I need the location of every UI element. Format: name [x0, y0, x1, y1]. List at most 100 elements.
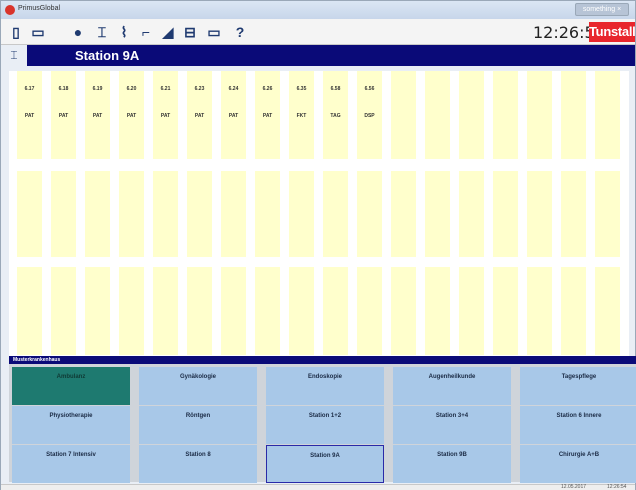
printer-icon[interactable]: ⊟: [179, 22, 201, 42]
room-cell[interactable]: [187, 171, 212, 257]
hospital-bar: Musterkrankenhaus: [9, 356, 636, 364]
room-cell[interactable]: 6.26 PAT: [255, 71, 280, 159]
room-cell[interactable]: [255, 171, 280, 257]
room-number: 6.19: [92, 86, 103, 92]
room-cell[interactable]: [425, 71, 450, 159]
ward-button[interactable]: Station 1+2: [266, 406, 384, 444]
help-button[interactable]: ?: [229, 22, 251, 42]
room-cell[interactable]: 6.35 FKT: [289, 71, 314, 159]
room-number: 6.58: [330, 86, 341, 92]
ward-button[interactable]: Station 3+4: [393, 406, 511, 444]
door-icon[interactable]: ▯: [5, 22, 27, 42]
ward-button[interactable]: Station 7 Intensiv: [12, 445, 130, 483]
room-cell[interactable]: [391, 171, 416, 257]
room-cell[interactable]: 6.23 PAT: [187, 71, 212, 159]
room-cell[interactable]: [561, 171, 586, 257]
room-cell[interactable]: [595, 171, 620, 257]
room-type: PAT: [228, 113, 239, 119]
room-cell[interactable]: [493, 171, 518, 257]
room-cell[interactable]: 6.58 TAG: [323, 71, 348, 159]
room-number: 6.18: [58, 86, 69, 92]
ward-button[interactable]: Tagespflege: [520, 367, 636, 405]
room-type: DSP: [364, 113, 375, 119]
ward-button[interactable]: Station 9A: [266, 445, 384, 483]
room-cell[interactable]: [51, 267, 76, 355]
window-icon[interactable]: ▭: [27, 22, 49, 42]
room-cell[interactable]: [289, 267, 314, 355]
room-cell[interactable]: [187, 267, 212, 355]
room-number: 6.26: [262, 86, 273, 92]
ball-icon[interactable]: ●: [67, 22, 89, 42]
call-icon[interactable]: ⌇: [113, 22, 135, 42]
room-cell[interactable]: 6.18 PAT: [51, 71, 76, 159]
room-cell[interactable]: [459, 267, 484, 355]
room-cell[interactable]: 6.56 DSP: [357, 71, 382, 159]
room-cell[interactable]: [425, 267, 450, 355]
room-cell[interactable]: [493, 71, 518, 159]
room-cell[interactable]: 6.24 PAT: [221, 71, 246, 159]
ward-button[interactable]: Station 6 Innere: [520, 406, 636, 444]
room-cell[interactable]: [595, 267, 620, 355]
room-cell[interactable]: [527, 171, 552, 257]
room-cell[interactable]: [527, 71, 552, 159]
room-cell[interactable]: [85, 171, 110, 257]
room-cell[interactable]: [323, 267, 348, 355]
room-type: PAT: [262, 113, 273, 119]
room-cell[interactable]: [153, 171, 178, 257]
room-cell[interactable]: [119, 171, 144, 257]
status-date: 12.05.2017: [561, 484, 587, 490]
window-title: PrimusGlobal: [18, 5, 61, 12]
room-cell[interactable]: [595, 71, 620, 159]
room-cell[interactable]: [221, 267, 246, 355]
room-cell[interactable]: [85, 267, 110, 355]
ward-button[interactable]: Endoskopie: [266, 367, 384, 405]
room-number: 6.20: [126, 86, 137, 92]
room-cell[interactable]: [17, 267, 42, 355]
room-type: TAG: [330, 113, 341, 119]
ward-button[interactable]: Gynäkologie: [139, 367, 257, 405]
app-window: PrimusGlobal something × ▯ ▭ ● ⌶ ⌇ ⌐ ◢ ⊟…: [0, 0, 636, 490]
room-cell[interactable]: [323, 171, 348, 257]
room-type: FKT: [296, 113, 307, 119]
tape-icon[interactable]: ▭: [203, 22, 225, 42]
room-number: 6.24: [228, 86, 239, 92]
ward-button[interactable]: Ambulanz: [12, 367, 130, 405]
room-type: PAT: [194, 113, 205, 119]
room-cell[interactable]: [289, 171, 314, 257]
ward-button[interactable]: Station 9B: [393, 445, 511, 483]
ward-button[interactable]: Physiotherapie: [12, 406, 130, 444]
room-cell[interactable]: [255, 267, 280, 355]
room-cell[interactable]: [493, 267, 518, 355]
room-cell[interactable]: [51, 171, 76, 257]
room-cell[interactable]: 6.21 PAT: [153, 71, 178, 159]
room-cell[interactable]: [221, 171, 246, 257]
room-cell[interactable]: [561, 267, 586, 355]
bed-icon[interactable]: ⌶: [91, 22, 113, 42]
room-cell[interactable]: [119, 267, 144, 355]
room-cell[interactable]: [391, 267, 416, 355]
ward-button[interactable]: Chirurgie A+B: [520, 445, 636, 483]
ward-button[interactable]: Röntgen: [139, 406, 257, 444]
ward-button[interactable]: Augenheilkunde: [393, 367, 511, 405]
room-cell[interactable]: [391, 71, 416, 159]
room-cell[interactable]: [459, 71, 484, 159]
toolbar: ▯ ▭ ● ⌶ ⌇ ⌐ ◢ ⊟ ▭ ? 12:26:54 Tunstall: [1, 19, 635, 45]
room-number: 6.17: [24, 86, 35, 92]
window-controls[interactable]: something ×: [575, 3, 629, 16]
room-cell[interactable]: [561, 71, 586, 159]
station-home-icon[interactable]: ⌶: [1, 45, 29, 66]
room-cell[interactable]: 6.20 PAT: [119, 71, 144, 159]
room-cell[interactable]: 6.17 PAT: [17, 71, 42, 159]
room-cell[interactable]: [357, 267, 382, 355]
room-cell[interactable]: 6.19 PAT: [85, 71, 110, 159]
room-cell[interactable]: [153, 267, 178, 355]
ward-button[interactable]: Station 8: [139, 445, 257, 483]
room-cell[interactable]: [17, 171, 42, 257]
room-cell[interactable]: [357, 171, 382, 257]
room-number: 6.21: [160, 86, 171, 92]
stairs-alt-icon[interactable]: ◢: [157, 22, 179, 42]
room-cell[interactable]: [527, 267, 552, 355]
room-cell[interactable]: [425, 171, 450, 257]
stairs-icon[interactable]: ⌐: [135, 22, 157, 42]
room-cell[interactable]: [459, 171, 484, 257]
